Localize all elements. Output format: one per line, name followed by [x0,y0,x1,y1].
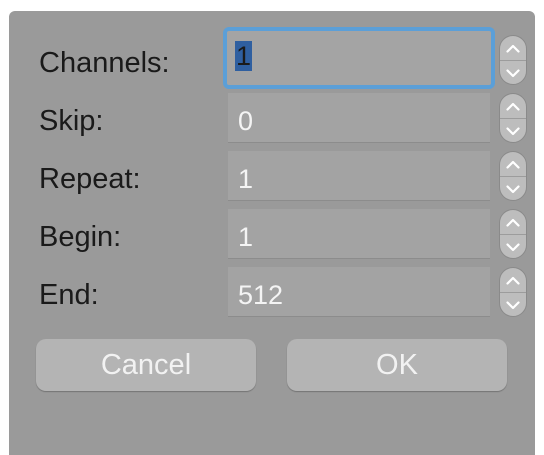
begin-value: 1 [238,222,254,252]
chevron-up-icon[interactable] [500,268,526,292]
begin-row: Begin: 1 [9,209,535,267]
end-field[interactable]: 512 [228,267,490,317]
repeat-field[interactable]: 1 [228,151,490,201]
chevron-up-icon[interactable] [500,152,526,176]
repeat-row: Repeat: 1 [9,151,535,209]
end-stepper[interactable] [499,267,527,317]
channels-stepper[interactable] [499,35,527,85]
repeat-stepper[interactable] [499,151,527,201]
skip-stepper[interactable] [499,93,527,143]
chevron-down-icon[interactable] [500,292,526,316]
cancel-button[interactable]: Cancel [36,339,256,391]
chevron-down-icon[interactable] [500,60,526,84]
chevron-down-icon[interactable] [500,234,526,258]
begin-label: Begin: [39,221,122,253]
begin-field[interactable]: 1 [228,209,490,259]
ok-button[interactable]: OK [287,339,507,391]
chevron-up-icon[interactable] [500,94,526,118]
chevron-down-icon[interactable] [500,176,526,200]
dialog: Channels: 1 Skip: 0 Repeat: 1 Begin: 1 E… [9,11,535,455]
begin-stepper[interactable] [499,209,527,259]
skip-label: Skip: [39,105,104,137]
channels-row: Channels: 1 [9,27,535,93]
chevron-up-icon[interactable] [500,36,526,60]
channels-label: Channels: [39,47,170,79]
skip-field[interactable]: 0 [228,93,490,143]
skip-value: 0 [238,106,254,136]
end-label: End: [39,279,99,311]
channels-field[interactable]: 1 [223,27,495,89]
channels-value: 1 [235,41,253,71]
end-value: 512 [238,280,284,310]
repeat-value: 1 [238,164,254,194]
chevron-down-icon[interactable] [500,118,526,142]
end-row: End: 512 [9,267,535,325]
chevron-up-icon[interactable] [500,210,526,234]
skip-row: Skip: 0 [9,93,535,151]
repeat-label: Repeat: [39,163,141,195]
